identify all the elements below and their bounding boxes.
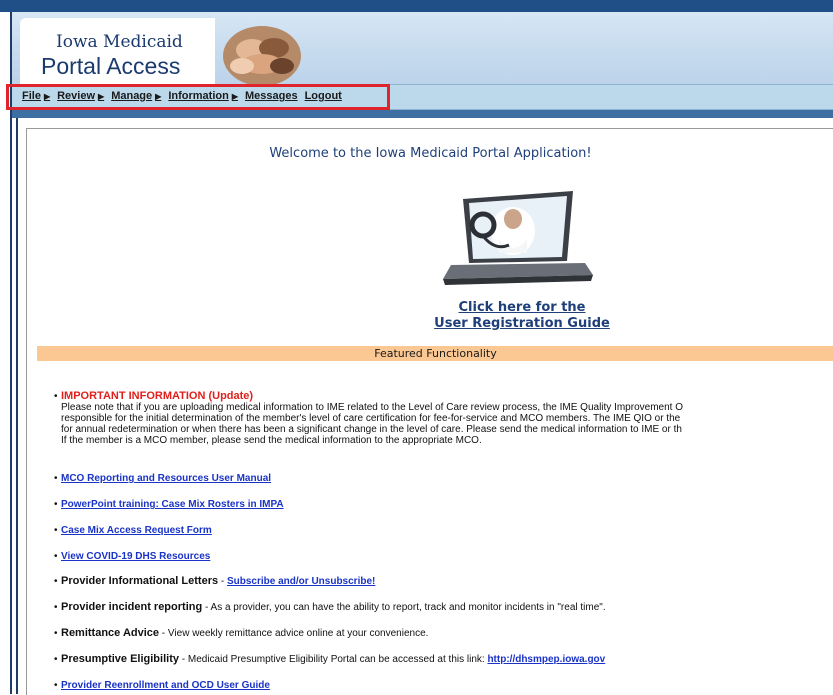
presumptive-text: - Medicaid Presumptive Eligibility Porta… [178, 654, 488, 665]
menu-arrow-icon: ▶ [231, 91, 238, 101]
menu-manage[interactable]: Manage ▶ [111, 90, 161, 102]
laptop-doctor-image [443, 191, 593, 285]
incident-text: - As a provider, you can have the abilit… [202, 602, 606, 613]
ppt-training-link[interactable]: PowerPoint training: Case Mix Rosters in… [61, 499, 284, 510]
menu-messages[interactable]: Messages [245, 90, 298, 102]
menu-file[interactable]: File ▶ [22, 90, 50, 102]
bullet: • [54, 499, 58, 510]
logo-text-portal-access: Portal Access [41, 53, 181, 79]
left-margin [0, 12, 10, 694]
important-title: IMPORTANT INFORMATION (Update) [61, 390, 254, 402]
remittance-text: - View weekly remittance advice online a… [159, 628, 429, 639]
letters-sep: - [218, 576, 227, 587]
bullet: • [54, 391, 58, 402]
list-item-important: • IMPORTANT INFORMATION (Update) Please … [54, 390, 833, 447]
remittance-lead: Remittance Advice [61, 627, 160, 639]
presumptive-lead: Presumptive Eligibility [61, 653, 179, 665]
bullet: • [54, 628, 58, 639]
menu-bar: File ▶ Review ▶ Manage ▶ Information ▶ Messa… [12, 84, 833, 110]
mco-manual-link[interactable]: MCO Reporting and Resources User Manual [61, 473, 271, 484]
bullet: • [54, 602, 58, 613]
list-item: • Provider Reenrollment and OCD User Gui… [54, 680, 833, 691]
list-item: • View COVID-19 DHS Resources [54, 551, 833, 562]
list-item: • Presumptive Eligibility - Medicaid Pre… [54, 653, 833, 666]
incident-lead: Provider incident reporting [61, 601, 203, 613]
letters-lead: Provider Informational Letters [61, 575, 219, 587]
bullet: • [54, 654, 58, 665]
top-bar [0, 0, 833, 12]
nav-underline-bar [12, 110, 833, 118]
menu-arrow-icon: ▶ [43, 91, 51, 101]
important-line-1: Please note that if you are uploading me… [61, 402, 683, 413]
reg-link-line2: User Registration Guide [434, 316, 610, 331]
important-line-3: for annual redetermination or when there… [61, 424, 682, 435]
welcome-heading: Welcome to the Iowa Medicaid Portal Appl… [269, 146, 592, 161]
list-item: • Remittance Advice - View weekly remitt… [54, 627, 833, 640]
menu-logout[interactable]: Logout [305, 90, 342, 102]
list-item: • PowerPoint training: Case Mix Rosters … [54, 499, 833, 510]
reg-link-line1: Click here for the [458, 300, 586, 315]
important-line-4: If the member is a MCO member, please se… [61, 435, 482, 446]
subscribe-link[interactable]: Subscribe and/or Unsubscribe! [227, 576, 375, 587]
list-item: • Provider Informational Letters - Subsc… [54, 575, 833, 588]
featured-functionality-header: Featured Functionality [37, 346, 833, 361]
menu-review[interactable]: Review ▶ [57, 90, 104, 102]
list-item: • Case Mix Access Request Form [54, 525, 833, 536]
bullet: • [54, 576, 58, 587]
list-item: • MCO Reporting and Resources User Manua… [54, 473, 833, 484]
bullet: • [54, 473, 58, 484]
bullet: • [54, 525, 58, 536]
dhsmpep-link[interactable]: http://dhsmpep.iowa.gov [487, 654, 605, 665]
logo-text-iowa-medicaid: Iowa Medicaid [56, 32, 183, 52]
covid-resources-link[interactable]: View COVID-19 DHS Resources [61, 551, 210, 562]
list-item: • Provider incident reporting - As a pro… [54, 601, 833, 614]
case-mix-form-link[interactable]: Case Mix Access Request Form [61, 525, 212, 536]
menu-information[interactable]: Information ▶ [168, 90, 238, 102]
main-content: Welcome to the Iowa Medicaid Portal Appl… [26, 128, 833, 695]
bullet: • [54, 551, 58, 562]
reenrollment-guide-link[interactable]: Provider Reenrollment and OCD User Guide [61, 680, 270, 691]
important-line-2: responsible for the initial determinatio… [61, 413, 681, 424]
joined-hands-image [223, 26, 301, 84]
portal-banner: Iowa Medicaid Portal Access [12, 12, 833, 84]
content-frame-border [16, 118, 18, 694]
user-registration-guide-link[interactable]: Click here for the User Registration Gui… [407, 300, 637, 332]
menu-arrow-icon: ▶ [98, 91, 105, 101]
bullet: • [54, 680, 58, 691]
menu-arrow-icon: ▶ [155, 91, 162, 101]
